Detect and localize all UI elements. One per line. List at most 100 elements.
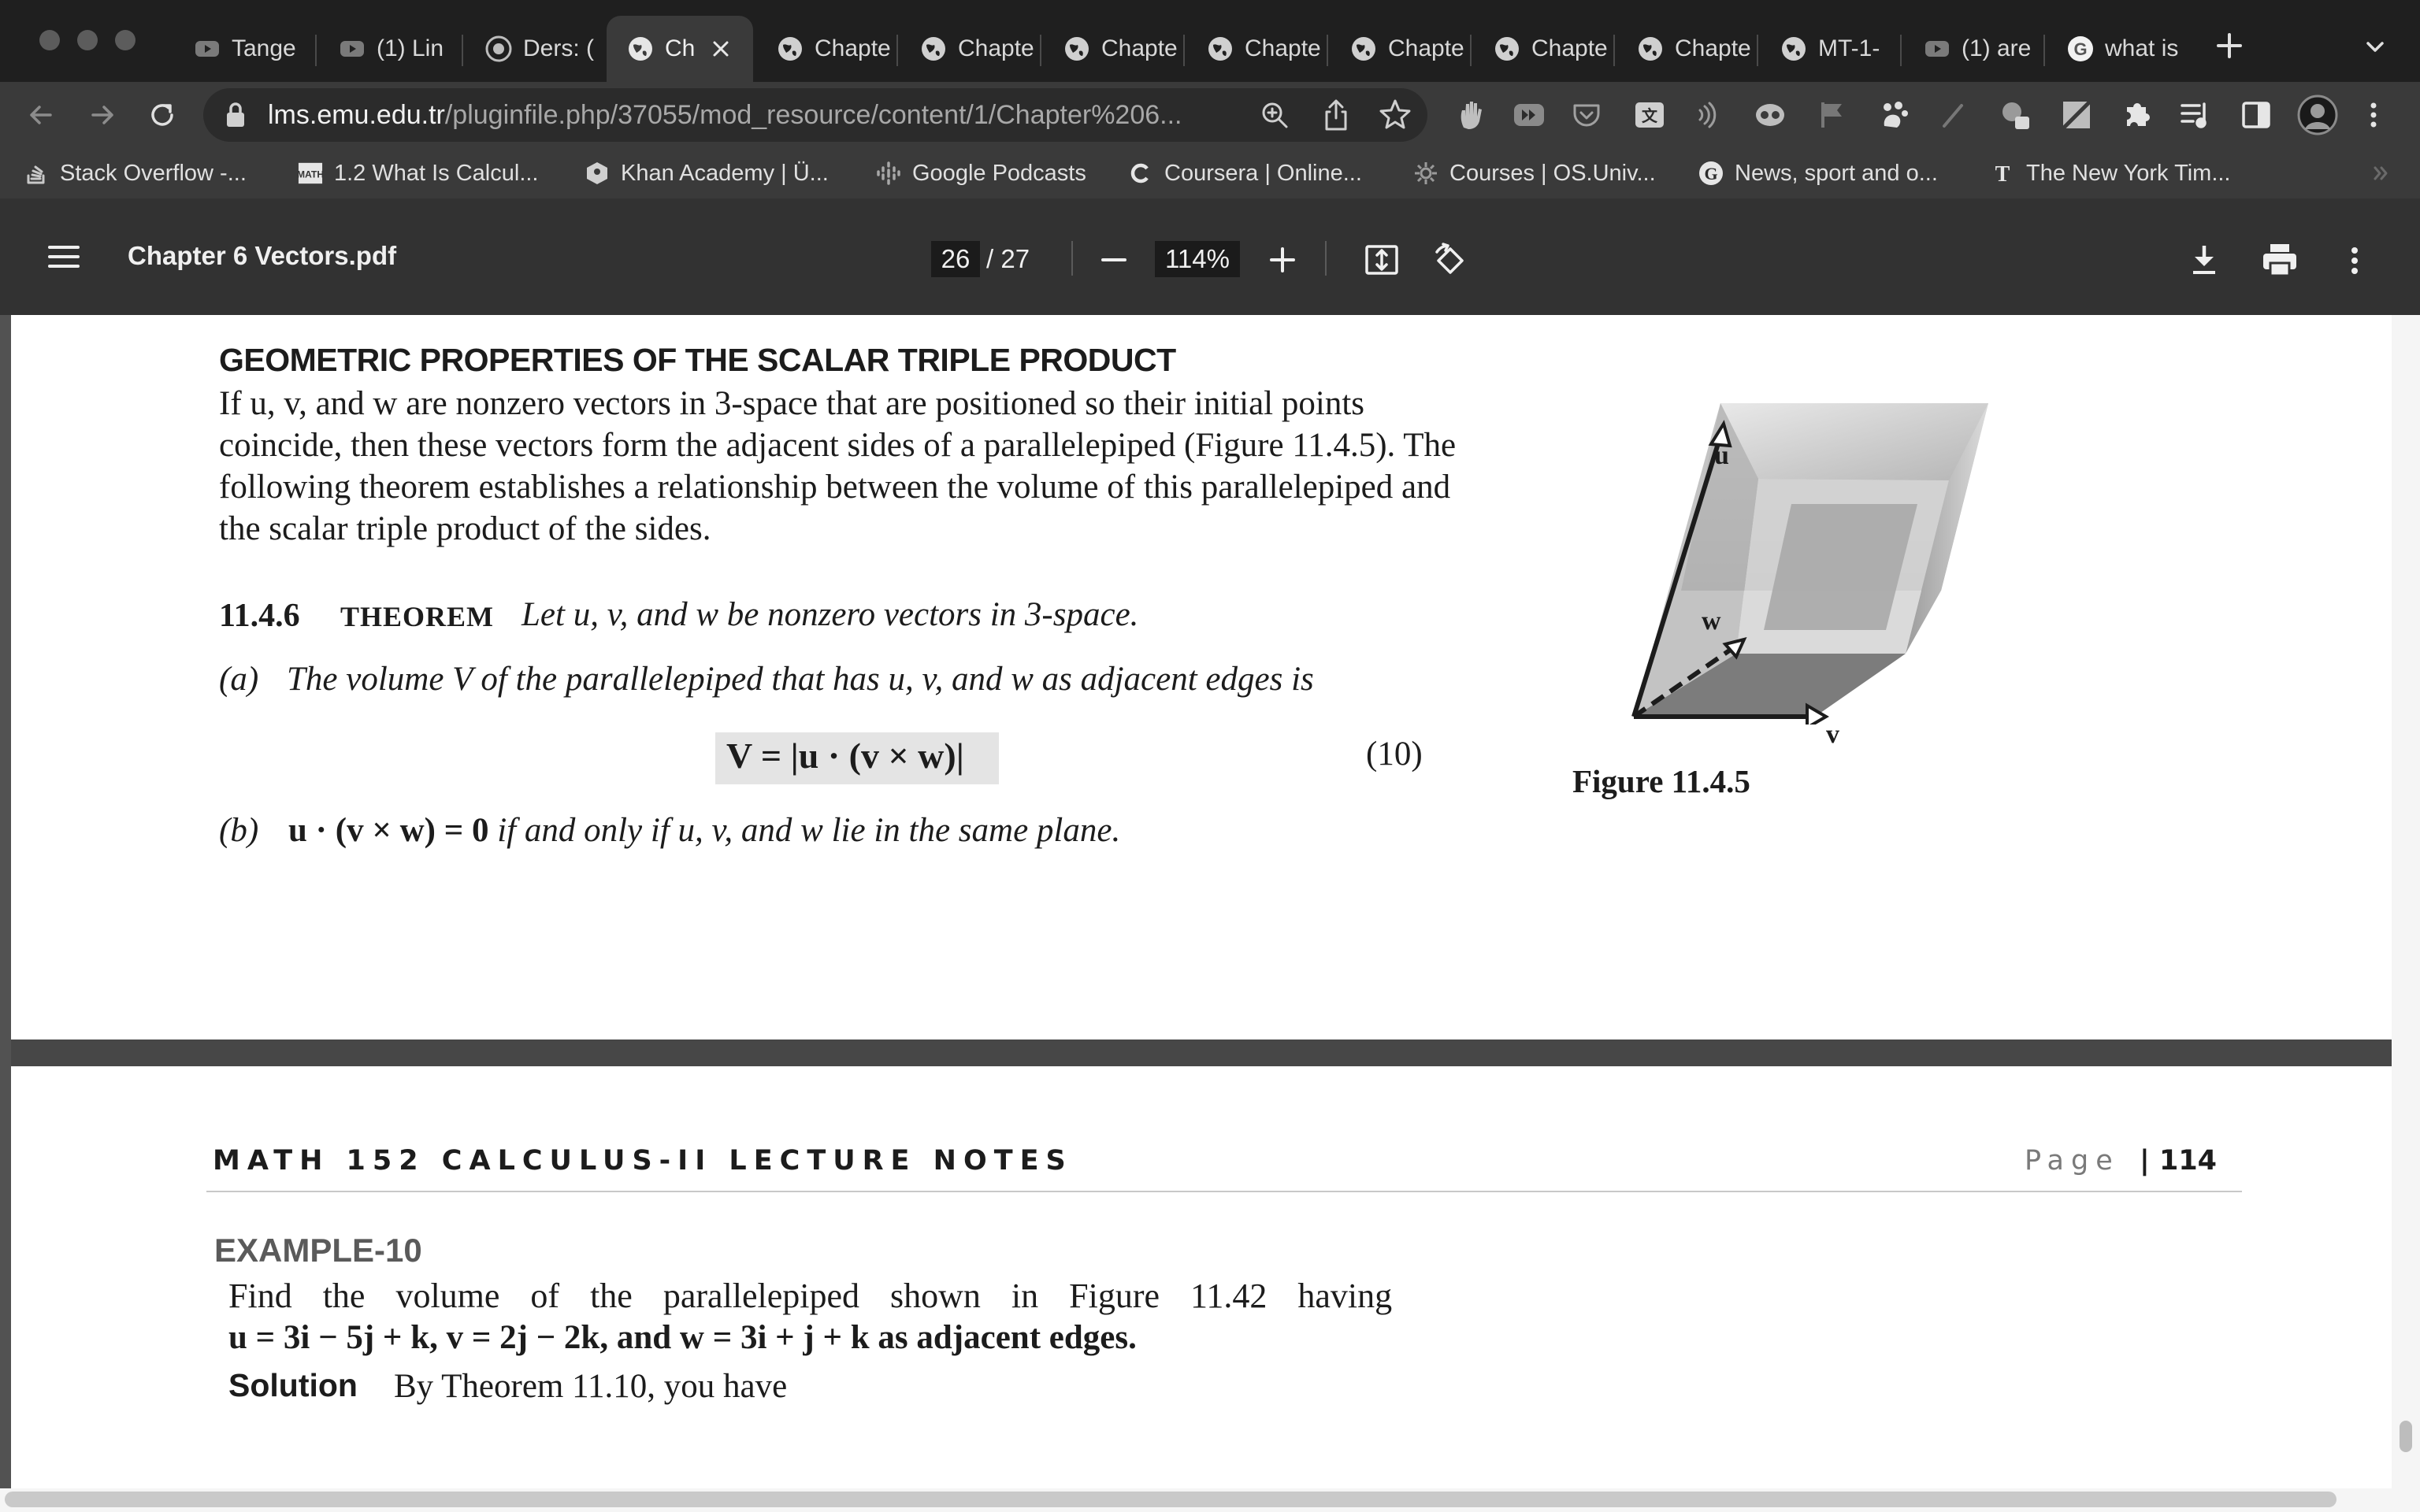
- sidebar-menu-icon[interactable]: [47, 243, 80, 271]
- theorem-label: THEOREM: [340, 601, 495, 632]
- toolbar-divider: [1325, 241, 1327, 276]
- bookmark-khan-academy[interactable]: Khan Academy | Ü...: [585, 154, 829, 192]
- page-word: Page: [2025, 1145, 2120, 1177]
- bookmark-openstax[interactable]: Courses | OS.Univ...: [1413, 154, 1656, 192]
- bookmark-label: Coursera | Online...: [1164, 160, 1362, 186]
- tab-3[interactable]: Ders: (: [465, 16, 607, 82]
- globe-icon: [1207, 35, 1234, 62]
- read-aloud-icon[interactable]: [1694, 99, 1725, 131]
- tab-2[interactable]: (1) Lin: [318, 16, 460, 82]
- u-label: u: [1714, 441, 1729, 470]
- window-minimize-button[interactable]: [77, 30, 98, 50]
- v-label: v: [1826, 720, 1839, 749]
- tab-label: Ch: [665, 35, 696, 61]
- tab-10[interactable]: Chapte: [1473, 16, 1612, 82]
- tab-label: Chapte: [1531, 35, 1608, 61]
- globe-icon: [627, 35, 654, 62]
- zoom-magnifier-icon[interactable]: [1259, 99, 1290, 131]
- media-controls-icon[interactable]: [2179, 99, 2212, 131]
- tab-search-chevron-icon[interactable]: [2362, 33, 2388, 60]
- window-zoom-button[interactable]: [115, 30, 135, 50]
- globe-icon: [1637, 35, 1664, 62]
- svg-text:T: T: [1995, 162, 2010, 186]
- theorem-number: 11.4.6: [219, 598, 300, 634]
- youtube-icon: [194, 35, 221, 62]
- bookmark-what-is-calculus[interactable]: MATH 1.2 What Is Calcul...: [298, 154, 539, 192]
- hand-extension-icon[interactable]: [1456, 98, 1487, 131]
- flag-extension-icon[interactable]: [1817, 99, 1848, 131]
- share-icon[interactable]: [1320, 98, 1352, 132]
- pocket-icon[interactable]: [1571, 99, 1602, 131]
- header-rule: [206, 1191, 2242, 1192]
- horizontal-scrollbar-thumb[interactable]: [5, 1492, 2336, 1507]
- bookmark-google-podcasts[interactable]: Google Podcasts: [876, 154, 1086, 192]
- w-label: w: [1702, 606, 1721, 636]
- tab-label: Chapte: [815, 35, 891, 61]
- print-icon[interactable]: [2261, 243, 2299, 277]
- pdf-viewport[interactable]: GEOMETRIC PROPERTIES OF THE SCALAR TRIPL…: [0, 315, 2420, 1488]
- youtube-icon: [1924, 35, 1950, 62]
- part-b-text: if and only if u, v, and w lie in the sa…: [488, 812, 1121, 849]
- zoom-in-button[interactable]: [1267, 244, 1298, 276]
- math-site-icon: MATH: [298, 161, 323, 186]
- close-tab-icon[interactable]: [711, 39, 731, 59]
- tab-1[interactable]: Tange: [173, 16, 307, 82]
- browser-menu-icon[interactable]: [2363, 98, 2384, 132]
- tab-6[interactable]: Chapte: [900, 16, 1038, 82]
- pdf-more-options-icon[interactable]: [2344, 244, 2365, 277]
- url-text[interactable]: lms.emu.edu.tr/pluginfile.php/37055/mod_…: [268, 96, 1182, 134]
- svg-text:G: G: [2073, 39, 2087, 59]
- tab-11[interactable]: Chapte: [1616, 16, 1755, 82]
- openstax-icon: [1413, 161, 1438, 186]
- window-close-button[interactable]: [39, 30, 60, 50]
- reload-button[interactable]: [145, 98, 180, 132]
- new-tab-button[interactable]: [2212, 28, 2247, 63]
- bookmark-guardian[interactable]: G News, sport and o...: [1698, 154, 1938, 192]
- tab-label: Chapte: [1675, 35, 1751, 61]
- zoom-level-input[interactable]: 114%: [1155, 241, 1240, 277]
- paragraph-line: coincide, then these vectors form the ad…: [219, 427, 1457, 464]
- translate-extension-icon[interactable]: 文: [1634, 101, 1665, 129]
- vertical-scrollbar-thumb[interactable]: [2400, 1421, 2412, 1452]
- forward-button[interactable]: [85, 98, 120, 132]
- paw-extension-icon[interactable]: [1878, 99, 1910, 131]
- rotate-icon[interactable]: [1432, 243, 1468, 279]
- bookmark-star-icon[interactable]: [1379, 98, 1412, 131]
- page-number-input[interactable]: 26: [931, 241, 980, 277]
- vertical-scrollbar-track[interactable]: [2392, 315, 2420, 1488]
- image-extension-icon[interactable]: [2061, 99, 2092, 131]
- bookmark-new-york-times[interactable]: T The New York Tim...: [1990, 154, 2231, 192]
- bookmark-label: Google Podcasts: [912, 160, 1086, 186]
- screenshot-extension-icon[interactable]: [1998, 98, 2032, 132]
- fast-forward-extension-icon[interactable]: [1512, 101, 1546, 129]
- extensions-puzzle-icon[interactable]: [2121, 98, 2154, 131]
- lock-icon[interactable]: [224, 101, 247, 129]
- page-total: / 27: [986, 244, 1030, 273]
- download-icon[interactable]: [2187, 243, 2221, 277]
- figure-caption: Figure 11.4.5: [1572, 763, 1750, 799]
- example-line: u = 3i − 5j + k, v = 2j − 2k, and w = 3i…: [228, 1319, 1137, 1356]
- tab-12[interactable]: MT-1-: [1760, 16, 1899, 82]
- mask-extension-icon[interactable]: [1754, 99, 1787, 131]
- bookmark-stack-overflow[interactable]: Stack Overflow -...: [24, 154, 247, 192]
- fit-to-page-icon[interactable]: [1364, 243, 1399, 277]
- tab-8[interactable]: Chapte: [1186, 16, 1325, 82]
- tab-13[interactable]: (1) are: [1903, 16, 2042, 82]
- tab-7[interactable]: Chapte: [1043, 16, 1182, 82]
- back-button[interactable]: [24, 98, 58, 132]
- lecture-notes-header: MATH 152 CALCULUS-II LECTURE NOTES: [213, 1145, 1073, 1177]
- pen-extension-icon[interactable]: [1938, 99, 1969, 131]
- bookmark-coursera[interactable]: Coursera | Online...: [1128, 154, 1362, 192]
- part-a-text: The volume V of the parallelepiped that …: [287, 661, 1314, 698]
- zoom-out-button[interactable]: [1098, 244, 1130, 276]
- side-panel-icon[interactable]: [2240, 99, 2272, 131]
- profile-avatar[interactable]: [2297, 94, 2338, 135]
- bookmarks-overflow-chevron-icon[interactable]: [2371, 162, 2390, 184]
- bookmark-label: Stack Overflow -...: [60, 160, 247, 186]
- tab-9[interactable]: Chapte: [1330, 16, 1468, 82]
- moodle-icon: [485, 35, 512, 62]
- tab-4-active[interactable]: Ch: [607, 16, 753, 82]
- pdf-filename: Chapter 6 Vectors.pdf: [128, 241, 397, 270]
- tab-14[interactable]: G what is: [2047, 16, 2185, 82]
- tab-5[interactable]: Chapte: [756, 16, 895, 82]
